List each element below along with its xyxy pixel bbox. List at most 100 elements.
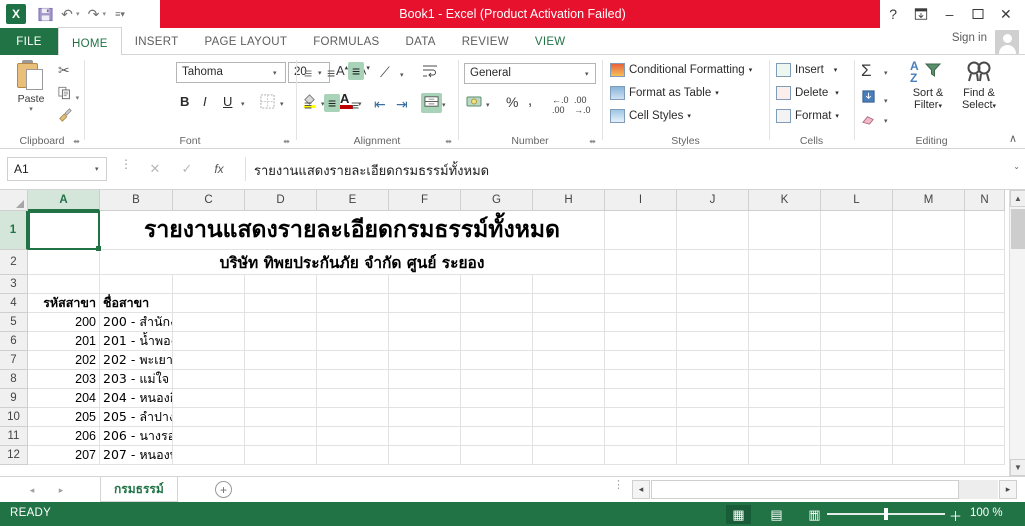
cell-F8[interactable] bbox=[389, 370, 461, 389]
row-header-2[interactable]: 2 bbox=[0, 250, 28, 275]
save-icon[interactable] bbox=[34, 3, 56, 25]
cell-G11[interactable] bbox=[461, 427, 533, 446]
cell-D4[interactable] bbox=[245, 294, 317, 313]
delete-caret-icon[interactable]: ▾ bbox=[835, 89, 839, 97]
cell-G7[interactable] bbox=[461, 351, 533, 370]
avatar[interactable] bbox=[995, 30, 1019, 54]
row-header-8[interactable]: 8 bbox=[0, 370, 28, 389]
cell-K8[interactable] bbox=[749, 370, 821, 389]
horizontal-scroll-track[interactable] bbox=[651, 480, 998, 499]
cancel-formula-icon[interactable]: ✕ bbox=[143, 158, 167, 180]
cell-D7[interactable] bbox=[245, 351, 317, 370]
tab-insert[interactable]: INSERT bbox=[122, 28, 192, 55]
cell-C9[interactable] bbox=[173, 389, 245, 408]
cell-H8[interactable] bbox=[533, 370, 605, 389]
cell-K2[interactable] bbox=[749, 250, 821, 275]
cell-H3[interactable] bbox=[533, 275, 605, 294]
delete-cells-button[interactable]: Delete ▾ bbox=[776, 86, 839, 100]
row-header-5[interactable]: 5 bbox=[0, 313, 28, 332]
cell-I12[interactable] bbox=[605, 446, 677, 465]
cell-D10[interactable] bbox=[245, 408, 317, 427]
cell-J2[interactable] bbox=[677, 250, 749, 275]
cell-N10[interactable] bbox=[965, 408, 1005, 427]
cell-F3[interactable] bbox=[389, 275, 461, 294]
zoom-out-icon[interactable]: − bbox=[810, 506, 818, 521]
cell-E4[interactable] bbox=[317, 294, 389, 313]
column-header-l[interactable]: L bbox=[821, 190, 893, 211]
horizontal-scroll-thumb[interactable] bbox=[651, 480, 959, 499]
cell-H11[interactable] bbox=[533, 427, 605, 446]
cell-N6[interactable] bbox=[965, 332, 1005, 351]
tab-file[interactable]: FILE bbox=[0, 28, 58, 55]
cell-K11[interactable] bbox=[749, 427, 821, 446]
row-header-9[interactable]: 9 bbox=[0, 389, 28, 408]
cell-A12[interactable]: 207 bbox=[28, 446, 100, 465]
cell-N4[interactable] bbox=[965, 294, 1005, 313]
cell-B6[interactable]: 201 - น้ำพอง bbox=[100, 332, 173, 351]
cell-J11[interactable] bbox=[677, 427, 749, 446]
cell-G8[interactable] bbox=[461, 370, 533, 389]
column-header-g[interactable]: G bbox=[461, 190, 533, 211]
cell-D9[interactable] bbox=[245, 389, 317, 408]
cell-F7[interactable] bbox=[389, 351, 461, 370]
cell-C4[interactable] bbox=[173, 294, 245, 313]
redo-icon[interactable]: ↷ bbox=[83, 3, 105, 25]
cell-M12[interactable] bbox=[893, 446, 965, 465]
format-cells-button[interactable]: Format ▾ bbox=[776, 109, 839, 123]
merge-and-center-icon[interactable] bbox=[421, 93, 442, 113]
cell-F9[interactable] bbox=[389, 389, 461, 408]
close-icon[interactable]: ✕ bbox=[993, 1, 1019, 27]
cell-J5[interactable] bbox=[677, 313, 749, 332]
cell-styles-caret-icon[interactable]: ▾ bbox=[687, 112, 691, 120]
conditional-formatting-button[interactable]: Conditional Formatting ▾ bbox=[610, 63, 752, 77]
cell-D11[interactable] bbox=[245, 427, 317, 446]
cell-N11[interactable] bbox=[965, 427, 1005, 446]
cell-K12[interactable] bbox=[749, 446, 821, 465]
cell-B4[interactable]: ชื่อสาขา bbox=[100, 294, 173, 313]
orientation-icon[interactable]: ⟋ bbox=[380, 64, 390, 81]
cell-J1[interactable] bbox=[677, 211, 749, 250]
enter-formula-icon[interactable]: ✓ bbox=[175, 158, 199, 180]
cell-D5[interactable] bbox=[245, 313, 317, 332]
cell-F5[interactable] bbox=[389, 313, 461, 332]
cell-B9[interactable]: 204 - หนองกี่ bbox=[100, 389, 173, 408]
scroll-right-icon[interactable]: ▸ bbox=[999, 480, 1017, 499]
row-header-4[interactable]: 4 bbox=[0, 294, 28, 313]
font-dialog-launcher[interactable]: ⬌ bbox=[283, 137, 290, 146]
cell-E9[interactable] bbox=[317, 389, 389, 408]
cell-F6[interactable] bbox=[389, 332, 461, 351]
cell-G3[interactable] bbox=[461, 275, 533, 294]
maximize-icon[interactable] bbox=[965, 1, 991, 27]
cell-A8[interactable]: 203 bbox=[28, 370, 100, 389]
cell-M8[interactable] bbox=[893, 370, 965, 389]
cell-E11[interactable] bbox=[317, 427, 389, 446]
cell-N1[interactable] bbox=[965, 211, 1005, 250]
format-painter-icon[interactable] bbox=[58, 108, 72, 125]
column-header-k[interactable]: K bbox=[749, 190, 821, 211]
cell-B10[interactable]: 205 - ลำปาง bbox=[100, 408, 173, 427]
column-header-n[interactable]: N bbox=[965, 190, 1005, 211]
cell-N8[interactable] bbox=[965, 370, 1005, 389]
borders-caret-icon[interactable]: ▾ bbox=[280, 100, 292, 108]
cell-E3[interactable] bbox=[317, 275, 389, 294]
cell-K1[interactable] bbox=[749, 211, 821, 250]
cell-I5[interactable] bbox=[605, 313, 677, 332]
cell-N7[interactable] bbox=[965, 351, 1005, 370]
format-as-table-caret-icon[interactable]: ▾ bbox=[715, 89, 719, 97]
row-header-6[interactable]: 6 bbox=[0, 332, 28, 351]
row-header-10[interactable]: 10 bbox=[0, 408, 28, 427]
cell-E6[interactable] bbox=[317, 332, 389, 351]
row-header-12[interactable]: 12 bbox=[0, 446, 28, 465]
clipboard-dialog-launcher[interactable]: ⬌ bbox=[73, 137, 80, 146]
cell-G4[interactable] bbox=[461, 294, 533, 313]
cell-E12[interactable] bbox=[317, 446, 389, 465]
copy-icon[interactable]: ▾ bbox=[58, 86, 79, 103]
normal-view-icon[interactable]: ▦ bbox=[726, 505, 751, 524]
decrease-indent-icon[interactable]: ⇤ bbox=[374, 96, 386, 113]
cell-M11[interactable] bbox=[893, 427, 965, 446]
vertical-scrollbar[interactable]: ▲ ▼ bbox=[1009, 190, 1025, 476]
cell-M4[interactable] bbox=[893, 294, 965, 313]
cell-I3[interactable] bbox=[605, 275, 677, 294]
cell-I9[interactable] bbox=[605, 389, 677, 408]
help-icon[interactable]: ? bbox=[880, 1, 906, 27]
